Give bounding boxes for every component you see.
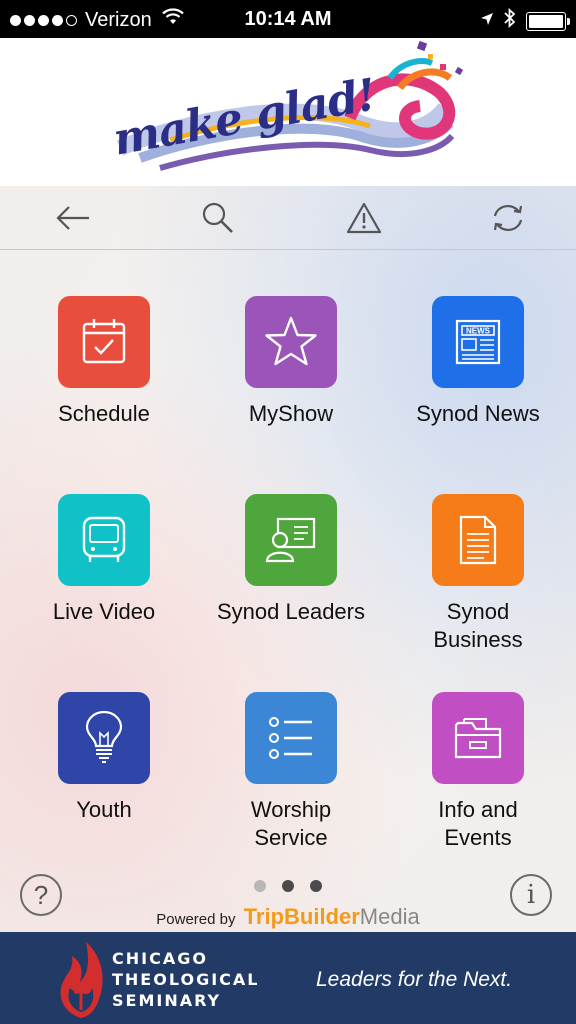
tile-youth[interactable]: Youth bbox=[4, 692, 204, 824]
refresh-icon[interactable] bbox=[488, 198, 528, 238]
sponsor-banner[interactable]: CHICAGO THEOLOGICAL SEMINARY Leaders for… bbox=[0, 932, 576, 1024]
star-icon bbox=[245, 296, 337, 388]
header: make glad! bbox=[0, 38, 576, 186]
tile-myshow[interactable]: MyShow bbox=[191, 296, 391, 428]
tile-live-video[interactable]: Live Video bbox=[4, 494, 204, 626]
tile-worship-service[interactable]: Worship Service bbox=[191, 692, 391, 852]
page-dot[interactable] bbox=[310, 880, 322, 892]
svg-text:NEWS: NEWS bbox=[466, 327, 491, 336]
alert-icon[interactable] bbox=[344, 198, 384, 238]
search-icon[interactable] bbox=[198, 198, 238, 238]
newspaper-icon: NEWS bbox=[432, 296, 524, 388]
tile-label: Synod News bbox=[416, 401, 540, 426]
tile-schedule[interactable]: Schedule bbox=[4, 296, 204, 428]
seminary-tagline: Leaders for the Next. bbox=[316, 968, 513, 991]
back-arrow-icon[interactable] bbox=[53, 198, 93, 238]
tile-label: Info and Events bbox=[438, 797, 518, 850]
tile-label: Live Video bbox=[52, 599, 156, 624]
tile-label: Schedule bbox=[58, 401, 150, 426]
tile-synod-leaders[interactable]: Synod Leaders bbox=[191, 494, 391, 626]
tile-label: Worship Service bbox=[250, 797, 332, 850]
page-dot[interactable] bbox=[282, 880, 294, 892]
battery-icon bbox=[526, 11, 570, 31]
location-arrow-icon bbox=[480, 10, 494, 32]
status-bar: Verizon 10:14 AM bbox=[0, 0, 576, 38]
folder-icon bbox=[432, 692, 524, 784]
lightbulb-icon bbox=[58, 692, 150, 784]
tile-label: Youth bbox=[76, 797, 132, 822]
calendar-check-icon bbox=[58, 296, 150, 388]
list-icon bbox=[245, 692, 337, 784]
tile-label: Synod Leaders bbox=[217, 599, 365, 624]
video-screen-icon bbox=[58, 494, 150, 586]
page-dot[interactable] bbox=[254, 880, 266, 892]
flame-cross-logo bbox=[60, 942, 103, 1018]
seminary-name: CHICAGO THEOLOGICAL SEMINARY bbox=[112, 949, 260, 1010]
tile-synod-news[interactable]: NEWS Synod News bbox=[378, 296, 576, 428]
toolbar bbox=[0, 186, 576, 250]
tile-label: Synod Business bbox=[433, 599, 523, 652]
id-card-icon bbox=[245, 494, 337, 586]
document-icon bbox=[432, 494, 524, 586]
tile-info-and-events[interactable]: Info and Events bbox=[378, 692, 576, 852]
bluetooth-icon bbox=[504, 7, 516, 34]
page-indicator[interactable] bbox=[254, 880, 322, 892]
main-area: Schedule MyShow NEWS Synod News Live Vid… bbox=[0, 186, 576, 932]
powered-by: Powered by TripBuilderMedia bbox=[156, 904, 420, 929]
tile-label: MyShow bbox=[248, 401, 334, 426]
tile-synod-business[interactable]: Synod Business bbox=[378, 494, 576, 654]
